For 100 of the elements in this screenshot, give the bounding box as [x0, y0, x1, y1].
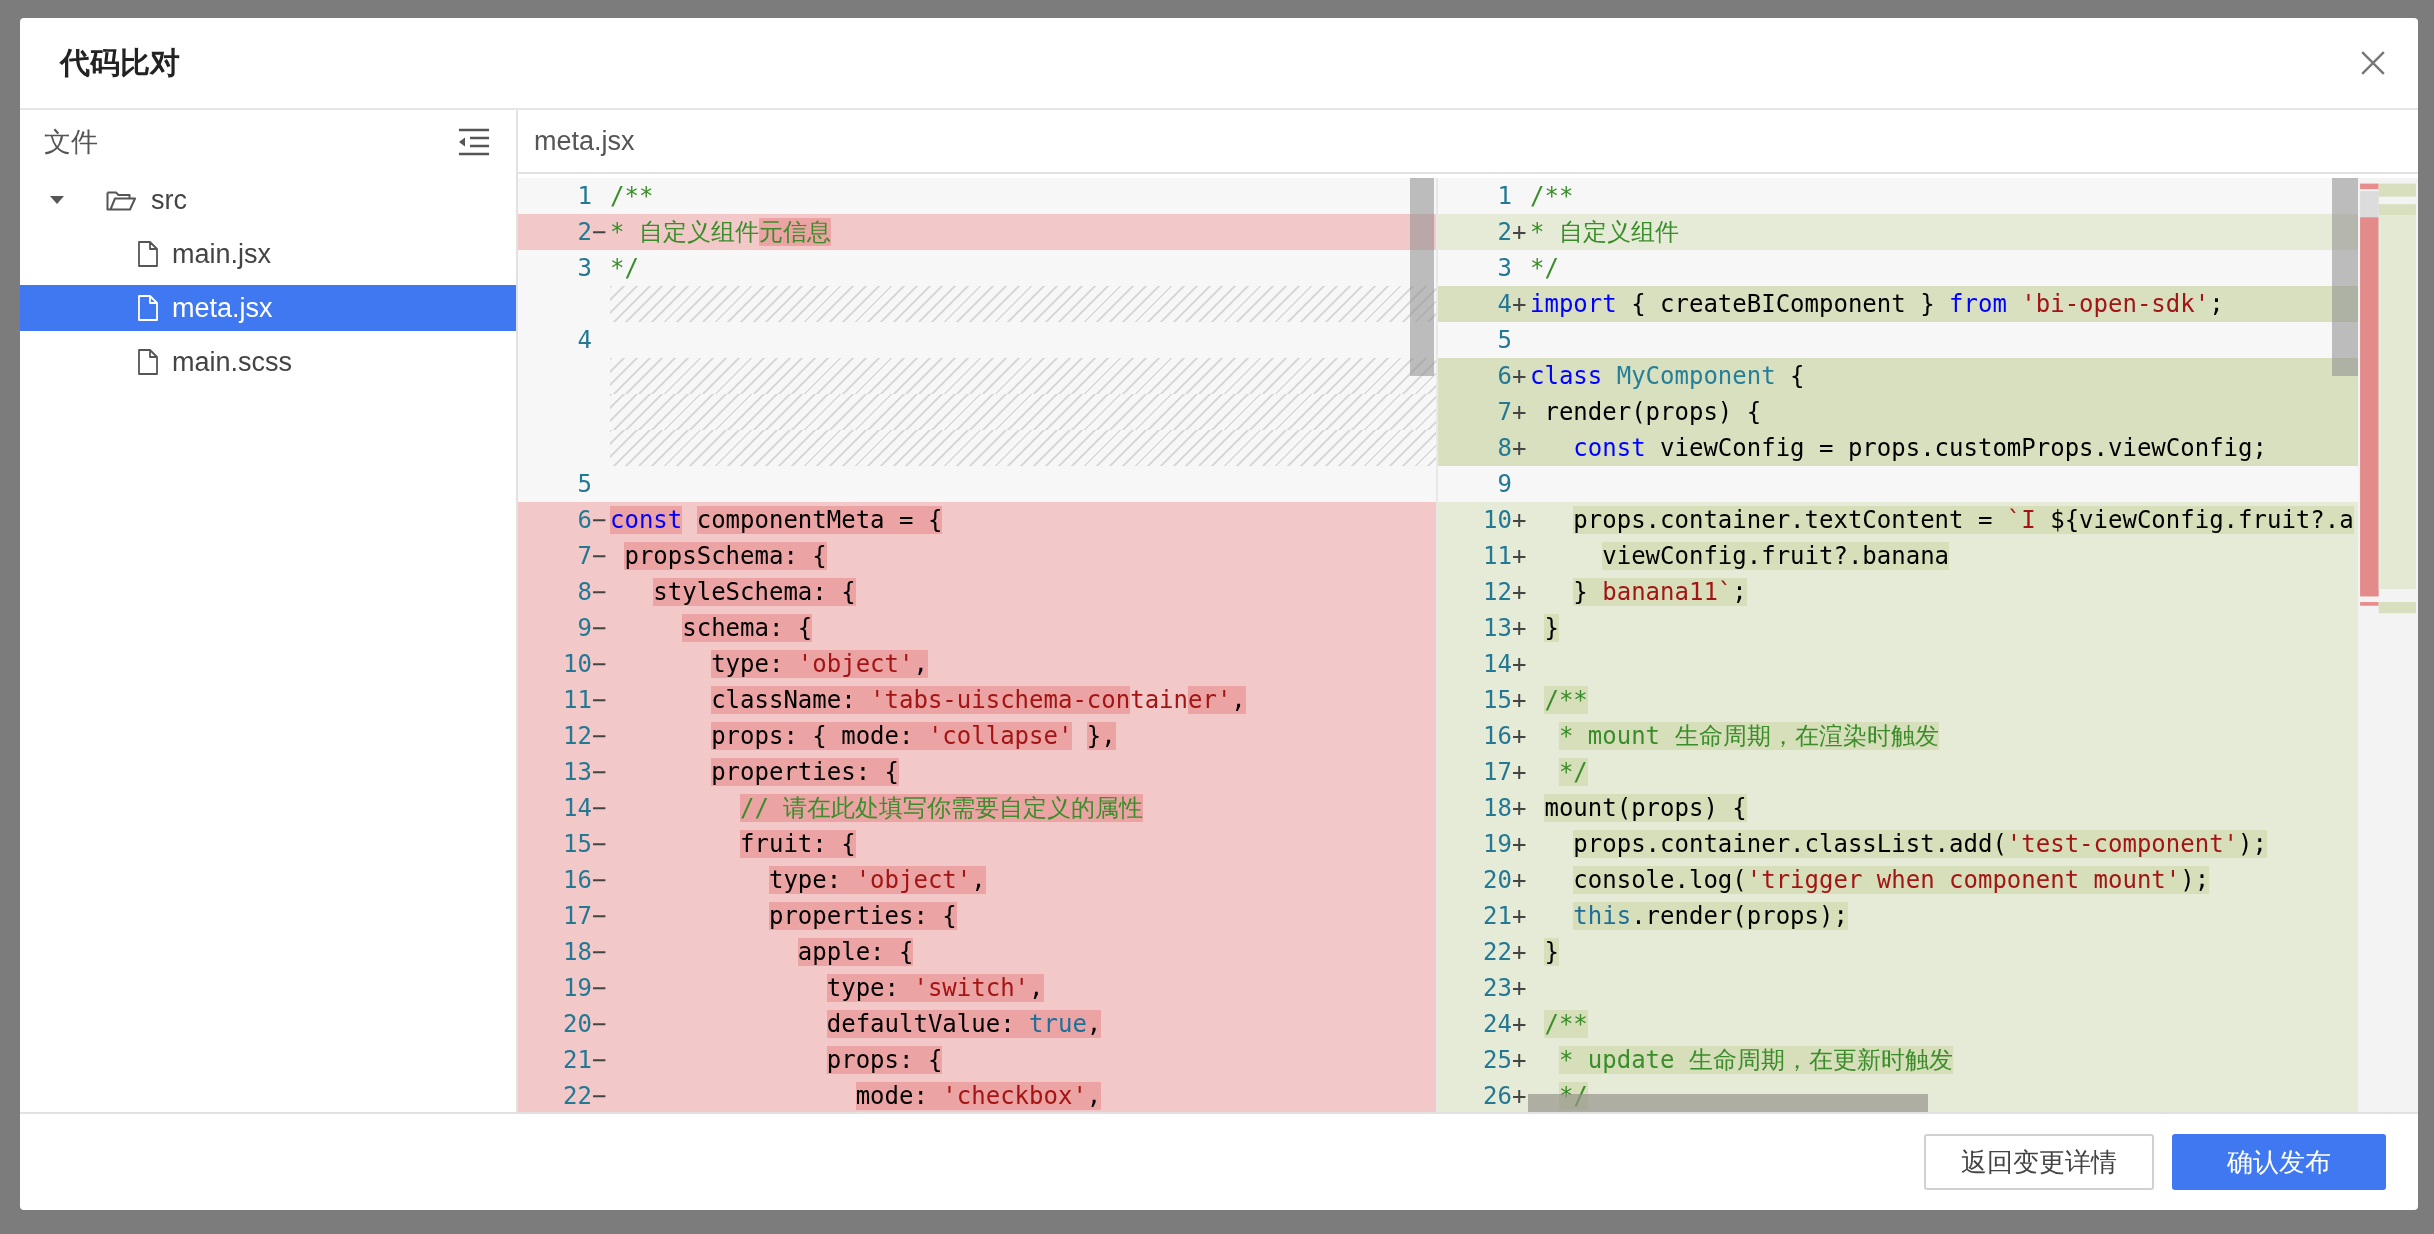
code-line: class MyComponent {	[1530, 361, 1805, 392]
diff-marker: +	[1512, 541, 1528, 572]
tree-item[interactable]: main.scss	[20, 339, 516, 385]
diff-marker: −	[592, 1081, 608, 1112]
diff-marker: −	[592, 829, 608, 860]
diff-marker: +	[1512, 1081, 1528, 1112]
diff-marker: +	[1512, 217, 1528, 248]
diff-marker: −	[592, 793, 608, 824]
sidebar-header: 文件	[44, 126, 98, 159]
code-line: props: { mode: 'collapse' },	[710, 721, 1116, 752]
file-icon	[138, 295, 158, 321]
code-line: const viewConfig = props.customProps.viewConfig;	[1572, 433, 2267, 464]
dialog-title: 代码比对	[60, 44, 180, 81]
code-line: type: 'switch',	[825, 973, 1044, 1004]
diff-marker: −	[592, 973, 608, 1004]
diff-marker: −	[592, 541, 608, 572]
diff-marker: +	[1512, 289, 1528, 320]
line-number: 13	[563, 757, 592, 788]
line-number: 22	[563, 1081, 592, 1112]
diff-marker: +	[1512, 505, 1528, 536]
code-line: /**	[1530, 181, 1574, 212]
publish-button[interactable]: 确认发布	[2172, 1134, 2386, 1190]
diff-marker: +	[1512, 901, 1528, 932]
code-line: * 自定义组件	[1530, 217, 1679, 248]
scrollbar-thumb[interactable]	[1410, 178, 1434, 376]
code-line: */	[1530, 253, 1559, 284]
line-number: 17	[563, 901, 592, 932]
code-line: } banana11`;	[1572, 577, 1747, 608]
line-number: 8	[1497, 433, 1512, 464]
diff-marker: −	[592, 577, 608, 608]
diff-marker: +	[1512, 1009, 1528, 1040]
tree-item[interactable]: meta.jsx	[20, 285, 516, 331]
diff-marker: −	[592, 865, 608, 896]
code-line: */	[610, 253, 639, 284]
scrollbar-thumb[interactable]	[2332, 178, 2358, 376]
diff-marker: −	[592, 1045, 608, 1076]
line-number: 3	[1497, 253, 1512, 284]
diff-marker: −	[592, 1009, 608, 1040]
line-number: 10	[563, 649, 592, 680]
diff-marker: −	[592, 217, 608, 248]
line-number: 6	[1497, 361, 1512, 392]
line-number: 18	[1483, 793, 1512, 824]
code-line: import { createBIComponent } from 'bi-open-sdk';	[1530, 289, 2224, 320]
line-number: 12	[1483, 577, 1512, 608]
close-icon[interactable]	[2360, 50, 2386, 76]
diff-marker: −	[592, 613, 608, 644]
diff-marker: −	[592, 721, 608, 752]
line-number: 5	[1497, 325, 1512, 356]
code-line: /**	[610, 181, 654, 212]
line-number: 6	[577, 505, 592, 536]
diff-marker: +	[1512, 757, 1528, 788]
line-number: 15	[563, 829, 592, 860]
code-line: props.container.textContent = `I ${viewConfig.fruit?.a	[1572, 505, 2354, 536]
line-number: 10	[1483, 505, 1512, 536]
outdent-icon[interactable]	[458, 128, 490, 156]
line-number: 8	[577, 577, 592, 608]
line-number: 24	[1483, 1009, 1512, 1040]
line-number: 14	[563, 793, 592, 824]
code-line: props.container.classList.add('test-component');	[1572, 829, 2267, 860]
line-number: 1	[577, 181, 592, 212]
diff-marker: −	[592, 505, 608, 536]
line-number: 20	[1483, 865, 1512, 896]
line-number: 3	[577, 253, 592, 284]
diff-marker: +	[1512, 793, 1528, 824]
tree-item[interactable]: src	[20, 177, 516, 223]
line-number: 19	[563, 973, 592, 1004]
tree-item[interactable]: main.jsx	[20, 231, 516, 277]
diff-marker: +	[1512, 685, 1528, 716]
code-line: console.log('trigger when component mount');	[1572, 865, 2210, 896]
code-line: const componentMeta = {	[610, 505, 943, 536]
diff-marker: +	[1512, 937, 1528, 968]
line-number: 14	[1483, 649, 1512, 680]
diff-marker: +	[1512, 433, 1528, 464]
diff-marker: +	[1512, 721, 1528, 752]
line-number: 21	[1483, 901, 1512, 932]
code-line: render(props) {	[1543, 397, 1762, 428]
line-number: 21	[563, 1045, 592, 1076]
line-number: 15	[1483, 685, 1512, 716]
line-number: 2	[577, 217, 592, 248]
code-line: * 自定义组件元信息	[610, 217, 831, 248]
diff-marker: +	[1512, 577, 1528, 608]
diff-marker: +	[1512, 361, 1528, 392]
diff-marker: −	[592, 649, 608, 680]
code-line: type: 'object',	[767, 865, 986, 896]
diff-marker: +	[1512, 865, 1528, 896]
diff-marker: +	[1512, 829, 1528, 860]
line-number: 13	[1483, 613, 1512, 644]
code-line: defaultValue: true,	[825, 1009, 1102, 1040]
line-number: 20	[563, 1009, 592, 1040]
diff-marker: −	[592, 901, 608, 932]
diff-marker: −	[592, 685, 608, 716]
diff-marker: +	[1512, 649, 1528, 680]
diff-marker: −	[592, 937, 608, 968]
code-line: type: 'object',	[710, 649, 928, 680]
line-number: 7	[1497, 397, 1512, 428]
diff-marker: +	[1512, 973, 1528, 1004]
diff-marker: +	[1512, 1045, 1528, 1076]
line-number: 19	[1483, 829, 1512, 860]
back-button[interactable]: 返回变更详情	[1924, 1134, 2154, 1190]
code-line: mode: 'checkbox',	[854, 1081, 1102, 1112]
